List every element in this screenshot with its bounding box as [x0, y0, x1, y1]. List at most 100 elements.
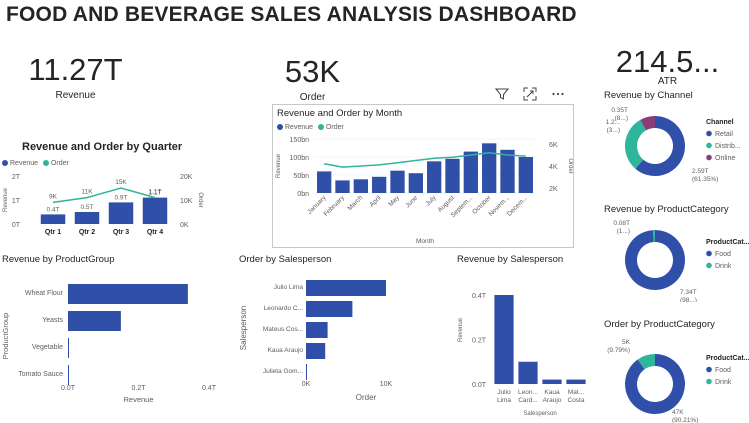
- legend-title: Channel: [706, 119, 734, 126]
- visual-header-toolbar: [494, 86, 566, 102]
- y-tick-label: Julieta Gom...: [263, 368, 303, 375]
- bar: [306, 364, 307, 380]
- legend-marker: [277, 124, 283, 131]
- quarter-plot: 2T 20K 1T 10K 0T 0K Revenue Order Qtr 1 0.4T 9K Qtr…: [3, 174, 203, 236]
- slice-data-label: (98...): [680, 297, 697, 302]
- y-axis-label: Revenue: [276, 153, 282, 178]
- bar: [68, 338, 69, 358]
- chart-title: Revenue by ProductCategory: [604, 204, 729, 215]
- chart-title: Revenue by Channel: [604, 90, 693, 101]
- x-tick-label: Julio: [497, 389, 511, 396]
- data-label: 9K: [49, 193, 58, 200]
- channel-donut-chart[interactable]: Revenue by Channel 2.59T (61.35%) 1.2... (3…: [600, 88, 749, 192]
- bar: [445, 158, 460, 193]
- order-salesperson-plot: Julio Lima Leonardo C... Mateus Cos... Kaua…: [239, 280, 393, 402]
- revenue-salesperson-plot: 0.4T 0.2T 0.0T Revenue JulioLima Leon...Card.…: [458, 293, 586, 417]
- x-axis-label: Order: [356, 393, 377, 402]
- x-tick-label: Mat...: [568, 389, 584, 396]
- bar: [68, 311, 121, 331]
- kpi-label: Order: [299, 92, 326, 103]
- bar: [306, 301, 353, 317]
- x-tick-label: Araujo: [543, 397, 562, 404]
- order-salesperson-chart[interactable]: Order by Salesperson Julio Lima Leonardo …: [236, 252, 416, 423]
- productcategory-revenue-donut-chart[interactable]: Revenue by ProductCategory 7.34T (98...) 0…: [600, 202, 749, 302]
- slice-data-label: 47K: [672, 409, 684, 416]
- slice-data-label: 0.08T: [613, 220, 630, 227]
- x-tick-label: July: [424, 194, 438, 208]
- y-tick-label: 50bn: [293, 173, 309, 180]
- x-tick-label: April: [368, 194, 383, 209]
- y2-tick-label: 10K: [180, 198, 193, 205]
- x-tick-label: May: [387, 194, 401, 208]
- kpi-card-revenue[interactable]: 11.27T Revenue: [18, 52, 133, 101]
- revenue-salesperson-chart[interactable]: Revenue by Salesperson 0.4T 0.2T 0.0T Reven…: [452, 252, 592, 423]
- slice-data-label: (61.35%): [692, 176, 718, 183]
- x-tick-label: Decem...: [506, 194, 529, 217]
- bar: [74, 212, 100, 224]
- donut-slice: [637, 354, 656, 370]
- bar: [306, 322, 328, 338]
- bar: [372, 176, 387, 193]
- slice-data-label: 7.34T: [680, 289, 697, 296]
- x-tick-label: Lima: [497, 397, 511, 404]
- y-tick-label: Mateus Cos...: [263, 326, 303, 333]
- y-tick-label: Wheat Flour: [25, 290, 64, 297]
- y-tick-label: Julio Lima: [274, 284, 304, 291]
- legend-marker: [42, 160, 49, 167]
- bar: [500, 149, 515, 193]
- slice-data-label: 2.59T: [692, 168, 709, 175]
- kpi-label: Revenue: [55, 90, 96, 101]
- filter-icon[interactable]: [494, 86, 510, 102]
- bar: [306, 343, 326, 359]
- kpi-card-atr[interactable]: 214.5... ATR: [610, 44, 725, 84]
- legend-label: Drink: [715, 379, 732, 386]
- y2-axis-label: Order: [197, 192, 203, 207]
- x-tick-label: Qtr 2: [79, 229, 95, 236]
- productcategory-order-donut-chart[interactable]: Order by ProductCategory 47K (90.21%) 5K (9…: [600, 318, 749, 423]
- y2-tick-label: 2K: [549, 186, 558, 193]
- kpi-card-order[interactable]: 53K Order: [260, 54, 365, 103]
- kpi-value: 11.27T: [28, 52, 123, 87]
- data-label: 0.4T: [46, 206, 59, 213]
- y2-tick-label: 6K: [549, 142, 558, 149]
- y2-tick-label: 4K: [549, 164, 558, 171]
- focus-mode-icon[interactable]: [522, 86, 538, 102]
- x-axis-label: Revenue: [123, 395, 153, 404]
- bar: [335, 180, 350, 193]
- chart-title: Order by Salesperson: [239, 254, 332, 265]
- data-label: 11K: [81, 189, 93, 196]
- bar: [463, 151, 478, 193]
- bar: [40, 214, 66, 224]
- donut-slice: [640, 116, 656, 131]
- legend-label: Online: [715, 155, 735, 162]
- donut-slice: [625, 230, 685, 290]
- legend-marker: [317, 124, 324, 131]
- month-chart[interactable]: Revenue and Order by Month Revenue Order…: [272, 104, 574, 248]
- y-tick-label: Vegetable: [32, 344, 63, 351]
- data-label: 1.1T: [148, 189, 161, 196]
- legend-label: Food: [715, 251, 731, 258]
- y-tick-label: 2T: [12, 174, 21, 181]
- legend-marker: [706, 154, 712, 161]
- data-label: 0.9T: [114, 194, 127, 201]
- productcategory-revenue-donut: 7.34T(98...) 0.08T(1...) ProductCat... Food…: [613, 220, 749, 302]
- bar: [494, 295, 514, 384]
- x-tick-label: 0.2T: [131, 385, 146, 392]
- y-axis-label: Revenue: [3, 187, 9, 212]
- productcategory-order-donut: 47K(90.21%) 5K(9.79%) ProductCat... Food Dri…: [607, 339, 749, 423]
- slice-data-label: (3...): [607, 127, 620, 134]
- more-options-icon[interactable]: [550, 86, 566, 102]
- y-tick-label: 0bn: [297, 191, 309, 198]
- month-plot: 150bn100bn50bn0bn6K4K2KRevenue OrderJanua…: [276, 137, 573, 245]
- x-tick-label: Kaua: [544, 389, 560, 396]
- y-tick-label: Yeasts: [42, 317, 63, 324]
- legend-title: ProductCat...: [706, 355, 749, 362]
- chart-legend: Revenue Order: [2, 160, 69, 167]
- x-tick-label: 0.0T: [61, 385, 76, 392]
- legend-marker: [706, 250, 712, 257]
- legend-label: Order: [50, 160, 69, 167]
- y2-axis-label: Order: [567, 158, 573, 173]
- productgroup-chart[interactable]: Revenue by ProductGroup Wheat Flour Yeast…: [0, 252, 230, 423]
- quarter-chart[interactable]: Revenue and Order by Quarter Revenue Ord…: [0, 138, 205, 246]
- kpi-value: 214.5...: [615, 44, 720, 79]
